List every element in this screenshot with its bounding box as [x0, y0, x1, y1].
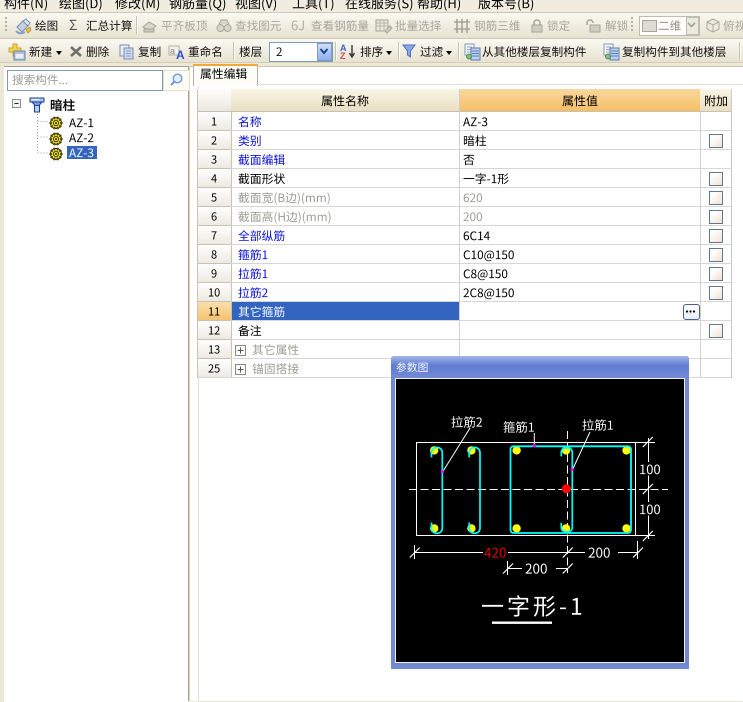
svg-text:a: a — [170, 46, 175, 56]
svg-text:A: A — [176, 48, 185, 60]
svg-text:Z: Z — [340, 51, 346, 60]
